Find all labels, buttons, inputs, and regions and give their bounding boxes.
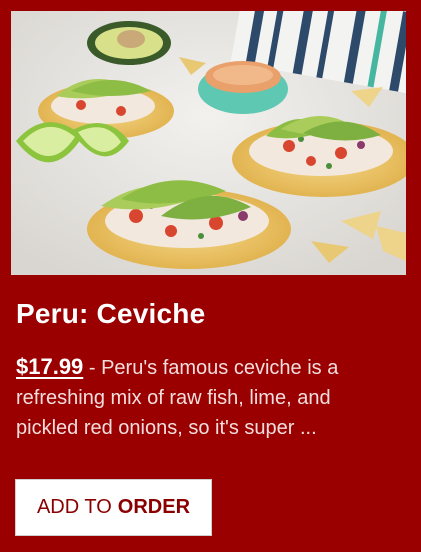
product-card: Peru: Ceviche $17.99 - Peru's famous cev… xyxy=(0,0,421,552)
add-to-order-label-prefix: ADD TO xyxy=(36,496,112,518)
product-title: Peru: Ceviche xyxy=(16,298,206,329)
add-to-order-label-emphasis: ORDER xyxy=(117,496,191,518)
product-description-block: $17.99 - Peru's famous ceviche is a refr… xyxy=(16,352,396,443)
ceviche-photo xyxy=(11,11,406,275)
add-to-order-button[interactable]: ADD TO ORDER xyxy=(15,479,212,536)
product-image[interactable] xyxy=(11,11,406,275)
product-price-link[interactable]: $17.99 xyxy=(16,354,83,379)
